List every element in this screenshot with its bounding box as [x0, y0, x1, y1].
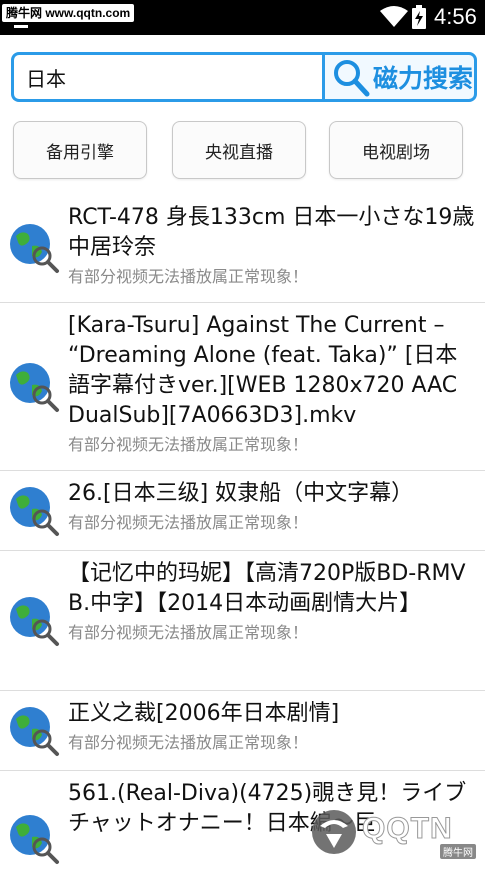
- list-item[interactable]: 正义之裁[2006年日本剧情] 有部分视频无法播放属正常现象！: [0, 691, 485, 771]
- watermark-text: 腾牛网 www.qqtn.com: [2, 4, 135, 22]
- battery-charging-icon: [412, 5, 426, 29]
- watermark-logo: QQTN 腾牛网: [300, 800, 485, 863]
- result-title: RCT-478 身長133cm 日本一小さな19歳 中居玲奈: [68, 205, 475, 260]
- result-note: 有部分视频无法播放属正常现象！: [68, 733, 309, 752]
- list-item[interactable]: [Kara-Tsuru] Against The Current – “Drea…: [0, 303, 485, 471]
- result-note: 有部分视频无法播放属正常现象！: [68, 623, 309, 642]
- list-item[interactable]: 26.[日本三级] 奴隶船（中文字幕） 有部分视频无法播放属正常现象！: [0, 471, 485, 551]
- wifi-icon: [380, 6, 408, 27]
- result-note: 有部分视频无法播放属正常现象！: [68, 267, 309, 286]
- search-icon: [334, 60, 370, 97]
- globe-search-icon: [10, 597, 59, 646]
- result-title: 26.[日本三级] 奴隶船（中文字幕）: [68, 481, 414, 506]
- backup-engine-button[interactable]: 备用引擎: [13, 121, 147, 179]
- globe-search-icon: [10, 363, 59, 412]
- globe-search-icon: [10, 815, 59, 864]
- globe-search-icon: [10, 224, 59, 273]
- list-item[interactable]: RCT-478 身長133cm 日本一小さな19歳 中居玲奈 有部分视频无法播放…: [0, 195, 485, 303]
- watermark-sub: 腾牛网: [440, 844, 476, 859]
- qqtn-logo-icon: [312, 810, 356, 854]
- clock: 4:56: [434, 4, 477, 29]
- search-button-label: 磁力搜索: [373, 64, 474, 93]
- list-item[interactable]: 【记忆中的玛妮】【高清720P版BD-RMVB.中字】【2014日本动画剧情大片…: [0, 551, 485, 691]
- globe-search-icon: [10, 487, 59, 536]
- magnet-search-button[interactable]: 磁力搜索: [322, 52, 477, 102]
- watermark-brand: QQTN: [362, 812, 453, 846]
- tv-drama-button[interactable]: 电视剧场: [329, 121, 463, 179]
- notification-indicator: [14, 25, 28, 28]
- search-bar: 磁力搜索: [11, 52, 477, 102]
- result-title: 【记忆中的玛妮】【高清720P版BD-RMVB.中字】【2014日本动画剧情大片…: [68, 561, 466, 616]
- result-note: 有部分视频无法播放属正常现象！: [68, 513, 309, 532]
- result-note: 有部分视频无法播放属正常现象！: [68, 435, 309, 454]
- cctv-live-button[interactable]: 央视直播: [172, 121, 306, 179]
- search-input[interactable]: [11, 52, 324, 102]
- globe-search-icon: [10, 707, 59, 756]
- result-title: [Kara-Tsuru] Against The Current – “Drea…: [68, 313, 458, 428]
- result-title: 正义之裁[2006年日本剧情]: [68, 701, 340, 726]
- result-list: RCT-478 身長133cm 日本一小さな19歳 中居玲奈 有部分视频无法播放…: [0, 195, 485, 871]
- quick-buttons: 备用引擎 央视直播 电视剧场: [13, 121, 473, 179]
- status-bar: 腾牛网 www.qqtn.com 4:56: [0, 0, 485, 35]
